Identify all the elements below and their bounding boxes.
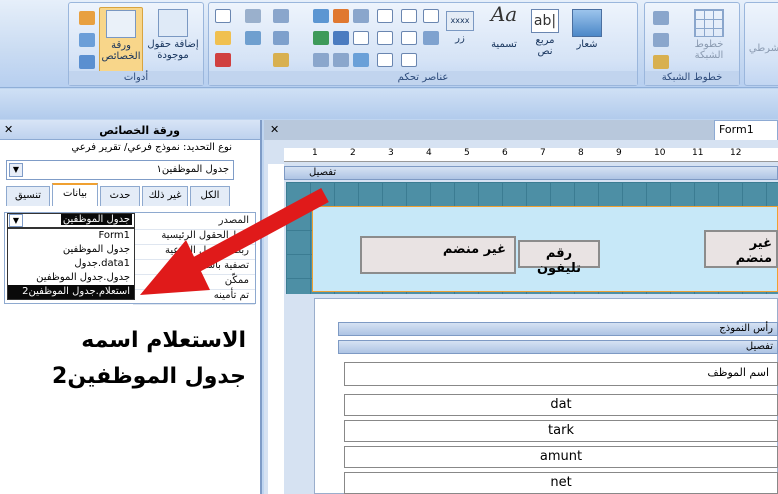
red-arrow (140, 187, 329, 295)
